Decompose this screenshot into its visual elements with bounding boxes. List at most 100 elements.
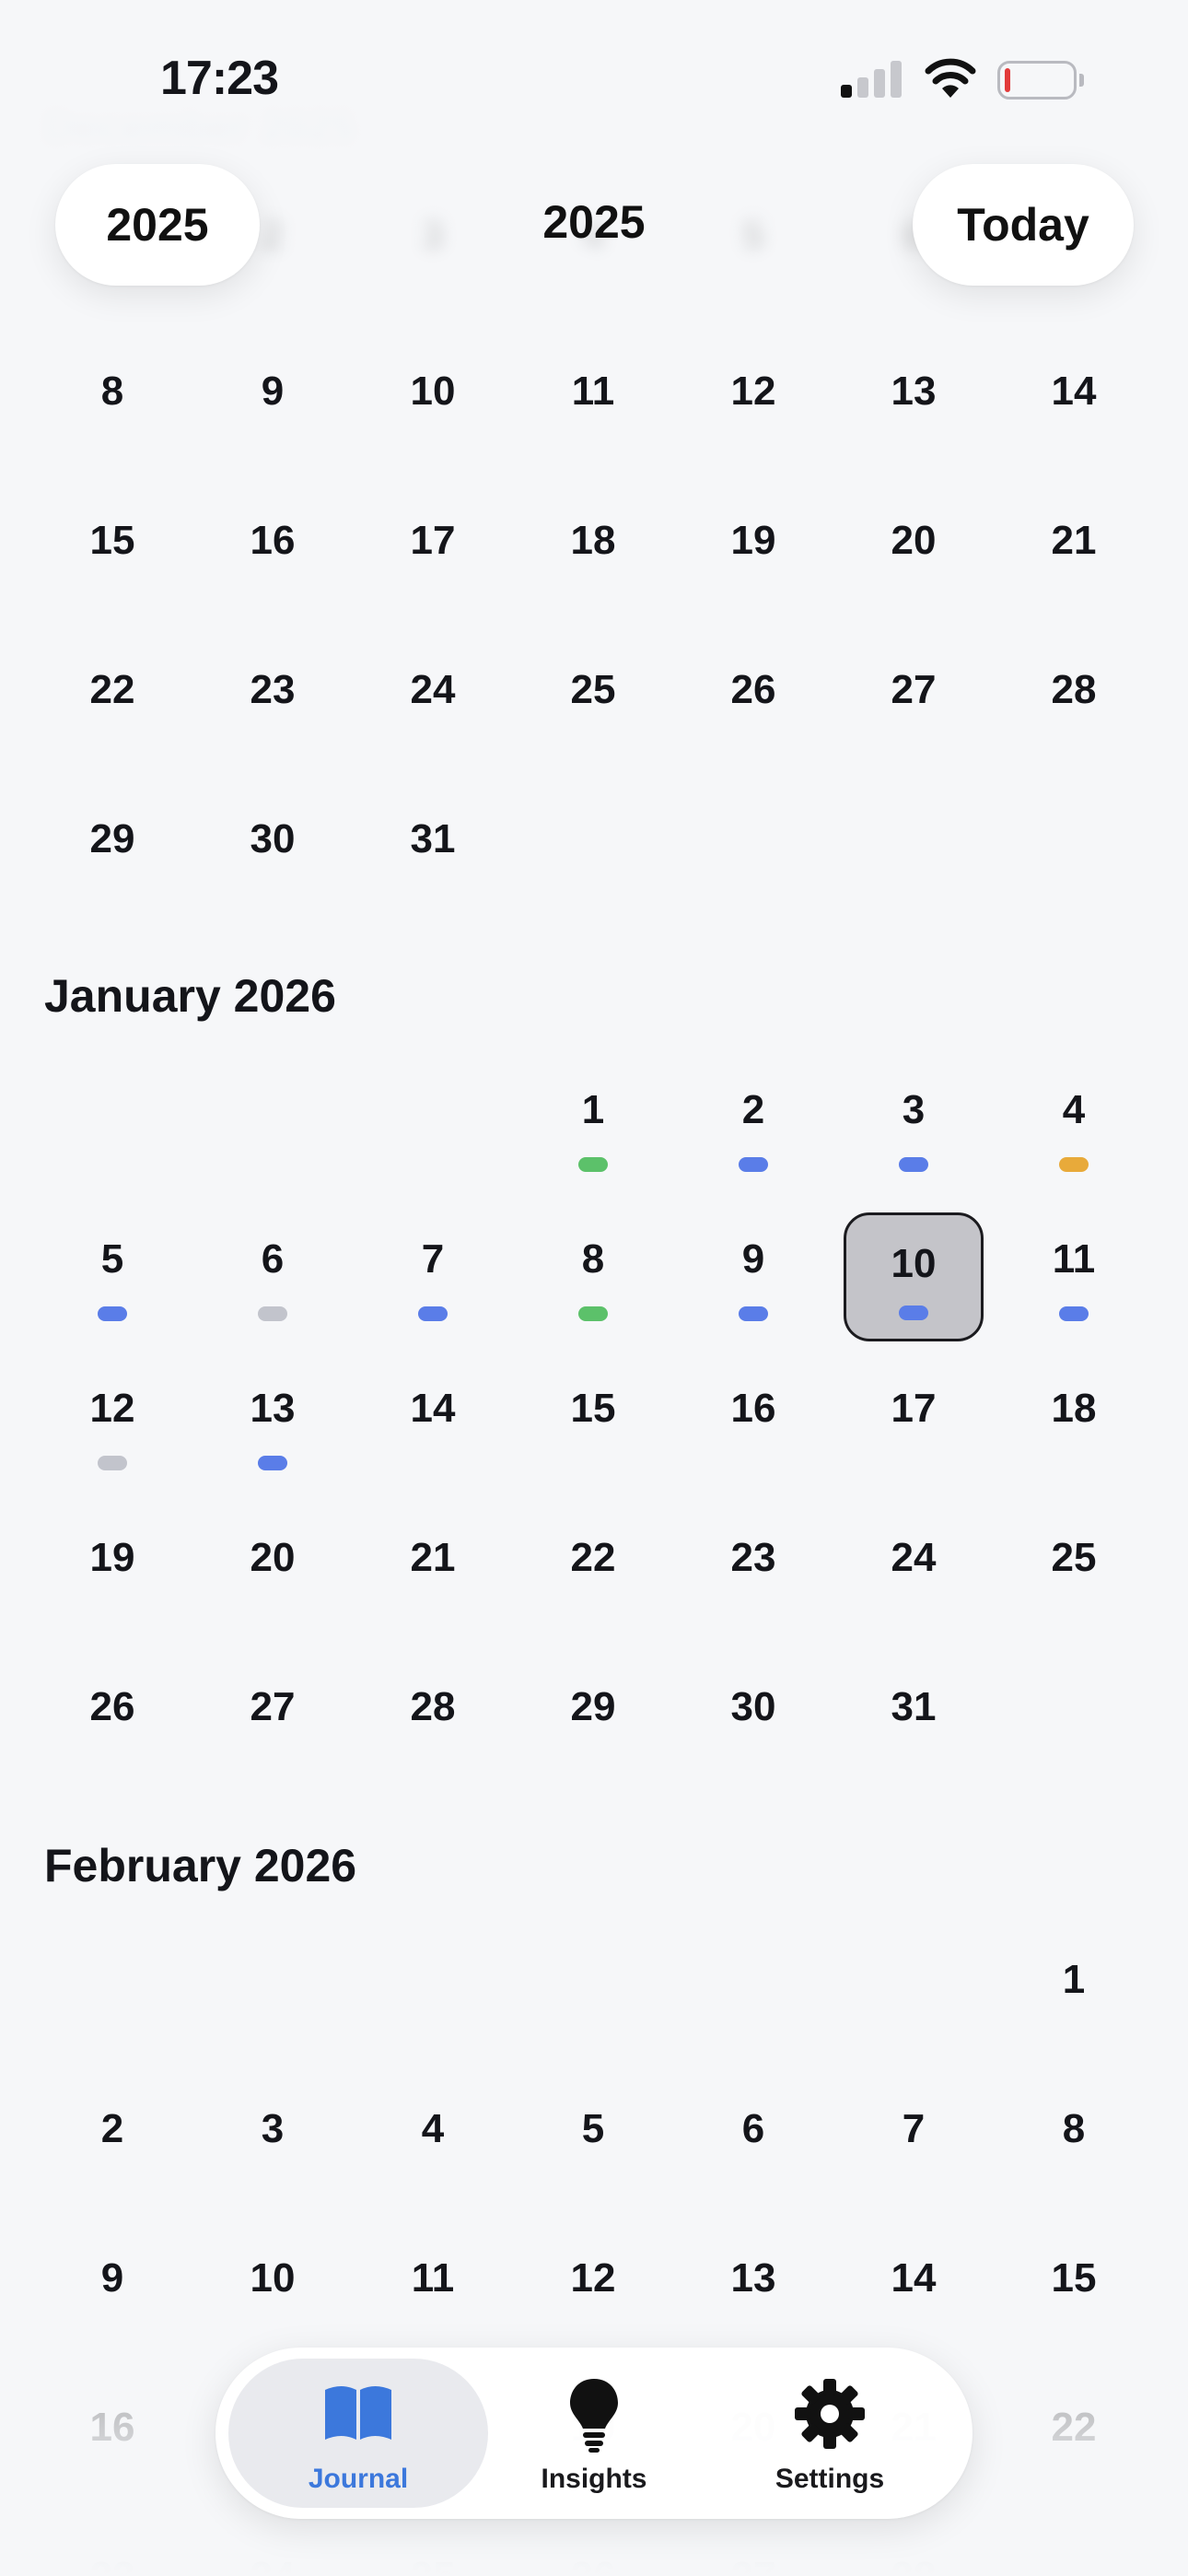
day-cell[interactable]: 23 [48,2530,177,2576]
day-cell[interactable]: 23 [208,643,337,772]
day-cell[interactable]: 11 [368,2231,497,2360]
day-cell[interactable]: 11 [529,345,658,474]
day-cell[interactable]: 28 [849,2530,978,2576]
entry-dot [739,1306,768,1321]
day-cell[interactable]: 31 [849,1660,978,1789]
day-cell[interactable]: 12 [689,345,818,474]
day-cell[interactable]: 14 [1009,345,1138,474]
day-cell[interactable]: 15 [529,1362,658,1491]
tab-insights-label: Insights [541,2464,647,2494]
day-cell[interactable]: 17 [368,494,497,623]
tab-settings-label: Settings [775,2464,885,2494]
today-button[interactable]: Today [913,164,1134,286]
day-cell[interactable]: 10 [368,345,497,474]
day-cell[interactable]: 30 [208,792,337,921]
entry-dot [258,1456,287,1470]
day-cell[interactable]: 19 [689,494,818,623]
day-cell[interactable]: 24 [368,643,497,772]
day-cell[interactable]: 2 [48,2082,177,2211]
day-cell[interactable]: 6 [208,1212,337,1341]
day-cell[interactable]: 1 [1009,1933,1138,2062]
day-cell[interactable]: 4 [1009,1063,1138,1192]
status-time: 17:23 [160,52,279,105]
day-cell[interactable]: 16 [689,1362,818,1491]
year-button[interactable]: 2025 [55,164,260,286]
day-cell[interactable]: 14 [368,1362,497,1491]
day-cell[interactable]: 11 [1009,1212,1138,1341]
entry-dot [578,1157,608,1172]
day-cell[interactable]: 22 [529,1511,658,1640]
day-cell[interactable]: 28 [368,1660,497,1789]
day-cell[interactable]: 26 [689,643,818,772]
day-cell[interactable]: 20 [208,1511,337,1640]
day-cell[interactable]: 5 [48,1212,177,1341]
day-cell[interactable]: 29 [48,792,177,921]
entry-dot [1059,1306,1089,1321]
day-cell[interactable]: 9 [689,1212,818,1341]
day-cell[interactable]: 8 [1009,2082,1138,2211]
day-cell[interactable]: 25 [1009,1511,1138,1640]
day-cell[interactable]: 26 [48,1660,177,1789]
entry-dot [1059,1157,1089,1172]
ghost-day: 3 [421,212,445,257]
day-cell[interactable]: 1 [529,1063,658,1192]
day-cell[interactable]: 10 [208,2231,337,2360]
day-cell[interactable]: 26 [529,2530,658,2576]
day-cell[interactable]: 20 [849,494,978,623]
tab-bar: Journal Insights Settings [215,2348,973,2519]
wifi-icon [925,58,976,98]
day-cell[interactable]: 27 [208,1660,337,1789]
day-cell[interactable]: 13 [689,2231,818,2360]
day-cell[interactable]: 8 [529,1212,658,1341]
day-cell[interactable]: 12 [529,2231,658,2360]
day-cell[interactable]: 19 [48,1511,177,1640]
day-cell[interactable]: 12 [48,1362,177,1491]
day-cell[interactable]: 27 [689,2530,818,2576]
day-cell[interactable]: 29 [529,1660,658,1789]
day-cell[interactable]: 25 [529,643,658,772]
day-cell[interactable]: 13 [208,1362,337,1491]
day-cell[interactable]: 16 [48,2381,177,2510]
day-cell[interactable]: 27 [849,643,978,772]
day-cell[interactable]: 9 [208,345,337,474]
gear-icon [795,2379,865,2449]
day-cell[interactable]: 8 [48,345,177,474]
day-cell[interactable]: 15 [48,494,177,623]
day-cell[interactable]: 9 [48,2231,177,2360]
day-cell[interactable]: 28 [1009,643,1138,772]
day-cell[interactable]: 5 [529,2082,658,2211]
cellular-signal-icon [841,61,905,98]
lightbulb-icon [570,2379,618,2453]
day-cell[interactable]: 21 [1009,494,1138,623]
day-cell[interactable]: 17 [849,1362,978,1491]
day-cell[interactable]: 21 [368,1511,497,1640]
day-cell[interactable]: 18 [1009,1362,1138,1491]
entry-dot [98,1456,127,1470]
tab-journal[interactable]: Journal [228,2359,488,2508]
day-cell[interactable]: 18 [529,494,658,623]
tab-insights[interactable]: Insights [492,2359,696,2508]
day-cell[interactable]: 6 [689,2082,818,2211]
day-cell[interactable]: 24 [849,1511,978,1640]
day-cell[interactable]: 23 [689,1511,818,1640]
day-cell[interactable]: 10 [844,1212,984,1341]
day-cell[interactable]: 22 [1009,2381,1138,2510]
day-cell[interactable]: 14 [849,2231,978,2360]
day-cell[interactable]: 25 [368,2530,497,2576]
entry-dot [899,1306,928,1320]
day-cell[interactable]: 4 [368,2082,497,2211]
day-cell[interactable]: 22 [48,643,177,772]
day-cell[interactable]: 3 [208,2082,337,2211]
day-cell[interactable]: 24 [208,2530,337,2576]
entry-dot [739,1157,768,1172]
day-cell[interactable]: 7 [849,2082,978,2211]
day-cell[interactable]: 7 [368,1212,497,1341]
day-cell[interactable]: 2 [689,1063,818,1192]
day-cell[interactable]: 15 [1009,2231,1138,2360]
tab-settings[interactable]: Settings [700,2359,960,2508]
day-cell[interactable]: 13 [849,345,978,474]
day-cell[interactable]: 31 [368,792,497,921]
day-cell[interactable]: 3 [849,1063,978,1192]
day-cell[interactable]: 30 [689,1660,818,1789]
day-cell[interactable]: 16 [208,494,337,623]
